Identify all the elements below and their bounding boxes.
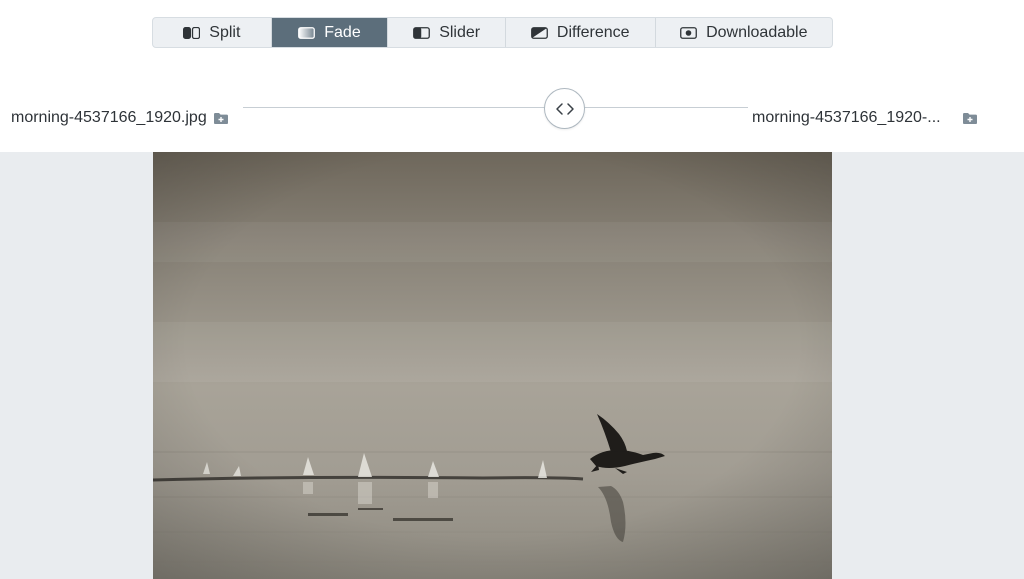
mode-fade-button[interactable]: Fade <box>271 18 389 47</box>
comparison-image[interactable] <box>153 152 832 579</box>
add-folder-icon[interactable] <box>213 112 229 125</box>
code-chevrons-icon <box>555 102 574 115</box>
mode-toolbar: Split Fade Slider Difference Downloadabl… <box>152 17 833 48</box>
mode-difference-button[interactable]: Difference <box>506 18 656 47</box>
mode-difference-label: Difference <box>556 23 630 41</box>
downloadable-icon <box>680 26 697 39</box>
mode-split-button[interactable]: Split <box>153 18 272 47</box>
left-file: morning-4537166_1920.jpg <box>11 109 229 127</box>
mode-fade-label: Fade <box>324 23 361 41</box>
slider-icon <box>413 26 431 39</box>
mode-slider-label: Slider <box>439 23 481 41</box>
mode-slider-button[interactable]: Slider <box>388 18 506 47</box>
fade-slider-track[interactable] <box>243 107 748 108</box>
right-file: morning-4537166_1920-... <box>752 109 978 127</box>
image-viewer <box>0 152 1024 579</box>
right-file-name: morning-4537166_1920-... <box>752 109 941 126</box>
difference-icon <box>531 26 548 39</box>
left-file-name: morning-4537166_1920.jpg <box>11 109 207 126</box>
bird-photo <box>153 152 832 579</box>
fade-slider-handle[interactable] <box>544 88 585 129</box>
mode-downloadable-label: Downloadable <box>706 23 808 41</box>
add-folder-icon[interactable] <box>962 112 978 125</box>
split-icon <box>183 26 201 39</box>
fade-icon <box>298 26 316 39</box>
mode-downloadable-button[interactable]: Downloadable <box>656 18 832 47</box>
mode-split-label: Split <box>209 23 241 41</box>
